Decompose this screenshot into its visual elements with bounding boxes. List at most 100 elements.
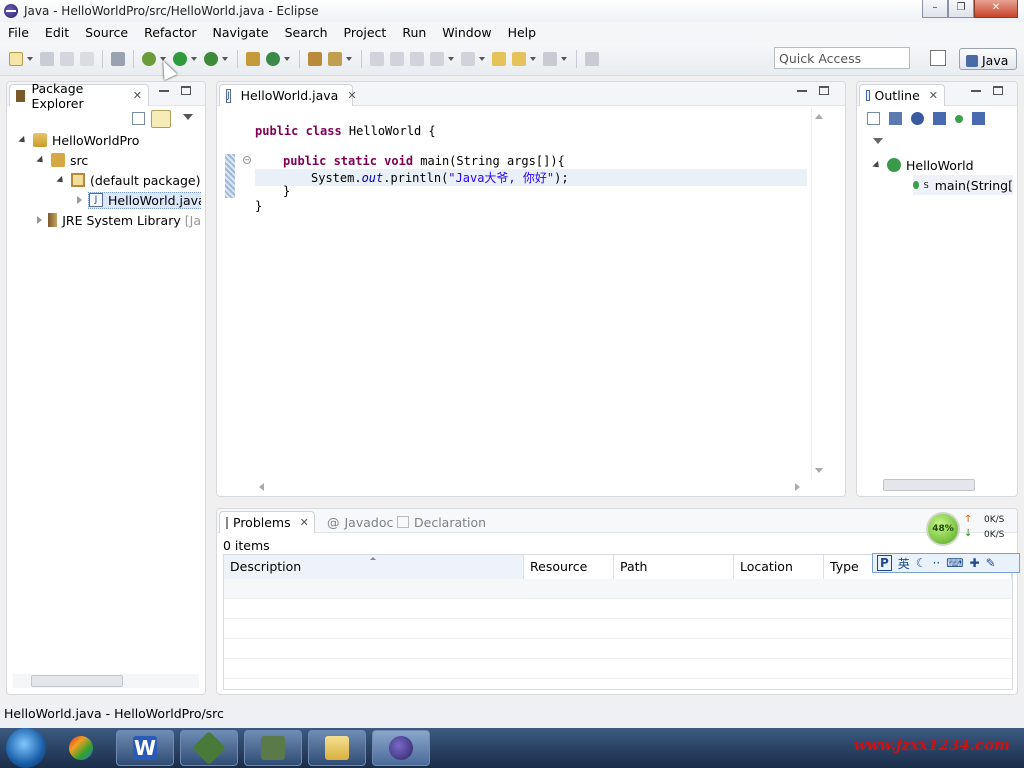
new-java-project-icon[interactable] — [246, 51, 260, 66]
new-class-icon[interactable] — [266, 51, 280, 66]
next-annotation-icon[interactable] — [430, 51, 444, 66]
skip-breakpoints-icon[interactable] — [111, 51, 125, 66]
close-icon[interactable]: ✕ — [347, 89, 356, 102]
scroll-left-icon[interactable] — [259, 483, 264, 491]
ime-moon-icon[interactable]: ☾ — [916, 556, 927, 570]
last-edit-icon[interactable] — [492, 51, 506, 66]
new-dropdown-icon[interactable] — [27, 56, 33, 61]
code-line-5[interactable]: } — [255, 199, 262, 213]
tab-helloworld-java[interactable]: J HelloWorld.java ✕ — [219, 84, 357, 106]
prev-annotation-icon[interactable] — [461, 51, 475, 66]
menu-help[interactable]: Help — [500, 25, 545, 40]
minimize-view-icon[interactable] — [159, 90, 169, 92]
column-location[interactable]: Location — [734, 555, 824, 579]
scroll-down-icon[interactable] — [815, 468, 823, 473]
sort-icon[interactable] — [889, 112, 902, 125]
expand-icon[interactable] — [872, 160, 882, 170]
close-icon[interactable]: ✕ — [133, 89, 142, 102]
menu-source[interactable]: Source — [77, 25, 136, 40]
debug-icon[interactable] — [142, 51, 156, 66]
code-line-2[interactable]: public static void main(String args[]){ — [283, 154, 565, 168]
menu-navigate[interactable]: Navigate — [205, 25, 277, 40]
taskbar-app-1[interactable] — [52, 730, 110, 766]
tree-item-project[interactable]: HelloWorldPro — [18, 130, 139, 150]
maximize-view-icon[interactable] — [819, 86, 829, 95]
open-type-icon[interactable] — [308, 51, 322, 66]
taskbar-app-4[interactable] — [244, 730, 302, 766]
hide-local-types-icon[interactable] — [972, 112, 985, 125]
run-dropdown-icon[interactable] — [191, 56, 197, 61]
link-with-editor-icon[interactable] — [151, 110, 171, 128]
taskbar-app-3[interactable] — [180, 730, 238, 766]
network-speed-widget[interactable]: 48% ↑ ↓ 0K/S 0K/S — [922, 512, 1012, 546]
new-icon[interactable] — [9, 51, 23, 66]
menu-project[interactable]: Project — [336, 25, 395, 40]
maximize-view-icon[interactable] — [993, 86, 1003, 95]
expand-icon[interactable] — [77, 196, 82, 204]
expand-icon[interactable] — [36, 155, 46, 165]
next-annotation-dropdown-icon[interactable] — [448, 56, 454, 61]
tree-item-default-package[interactable]: (default package) — [56, 170, 200, 190]
collapse-all-icon[interactable] — [132, 112, 145, 125]
menu-run[interactable]: Run — [394, 25, 434, 40]
menu-window[interactable]: Window — [434, 25, 499, 40]
ime-logo-icon[interactable]: P — [877, 555, 892, 571]
editor-hscrollbar[interactable] — [255, 480, 803, 494]
hide-non-public-icon[interactable] — [955, 115, 963, 123]
quick-access-input[interactable]: Quick Access — [774, 47, 910, 69]
expand-icon[interactable] — [56, 175, 66, 185]
tree-item-src[interactable]: src — [36, 150, 88, 170]
close-icon[interactable]: ✕ — [300, 516, 309, 529]
external-tools-icon[interactable] — [204, 51, 218, 66]
code-line-1[interactable]: public class HelloWorld { — [255, 124, 436, 138]
toggle-mark-icon[interactable] — [370, 51, 384, 66]
hide-fields-icon[interactable] — [911, 112, 924, 125]
toggle-block-icon[interactable] — [390, 51, 404, 66]
tab-package-explorer[interactable]: Package Explorer ✕ — [9, 81, 149, 111]
tree-item-helloworld-java[interactable]: J HelloWorld.java — [77, 190, 201, 210]
outline-item-class[interactable]: HelloWorld — [872, 155, 974, 175]
external-tools-dropdown-icon[interactable] — [222, 56, 228, 61]
taskbar-app-eclipse[interactable] — [372, 730, 430, 766]
tab-javadoc[interactable]: @ Javadoc — [321, 511, 399, 533]
close-button[interactable]: ✕ — [974, 0, 1018, 18]
ime-punct-icon[interactable]: ·· — [933, 556, 941, 570]
open-perspective-icon[interactable] — [930, 50, 946, 66]
expand-icon[interactable] — [37, 216, 42, 224]
menu-file[interactable]: File — [0, 25, 37, 40]
ime-tools-icon[interactable]: ✎ — [986, 556, 996, 570]
forward-dropdown-icon[interactable] — [561, 56, 567, 61]
hide-static-icon[interactable] — [933, 112, 946, 125]
outline-item-method[interactable]: S main(String[ — [913, 175, 1013, 195]
tab-outline[interactable]: Outline ✕ — [859, 84, 945, 106]
maximize-view-icon[interactable] — [181, 86, 191, 95]
tab-declaration[interactable]: Declaration — [391, 511, 492, 533]
menu-edit[interactable]: Edit — [37, 25, 77, 40]
code-line-4[interactable]: } — [283, 184, 290, 198]
ime-language[interactable]: 英 — [898, 555, 910, 572]
forward-icon[interactable] — [543, 51, 557, 66]
column-path[interactable]: Path — [614, 555, 734, 579]
minimize-view-icon[interactable] — [971, 90, 981, 92]
package-explorer-hscrollbar[interactable] — [13, 674, 199, 688]
scroll-thumb[interactable] — [31, 675, 123, 687]
tree-item-jre-library[interactable]: JRE System Library [Ja — [37, 210, 201, 230]
collapse-all-icon[interactable] — [867, 112, 880, 125]
tab-problems[interactable]: Problems ✕ — [219, 511, 315, 533]
show-whitespace-icon[interactable] — [410, 51, 424, 66]
save-all-icon[interactable] — [60, 51, 74, 66]
back-dropdown-icon[interactable] — [530, 56, 536, 61]
scroll-right-icon[interactable] — [795, 483, 800, 491]
editor-vscrollbar[interactable] — [811, 108, 825, 480]
save-icon[interactable] — [40, 51, 54, 66]
run-icon[interactable] — [173, 51, 187, 66]
menu-refactor[interactable]: Refactor — [136, 25, 204, 40]
scroll-thumb[interactable] — [883, 479, 975, 491]
minimize-button[interactable]: – — [922, 0, 948, 18]
new-class-dropdown-icon[interactable] — [284, 56, 290, 61]
ime-settings-icon[interactable]: ✚ — [970, 556, 980, 570]
code-line-3[interactable]: System.out.println("Java大爷, 你好"); — [255, 169, 807, 186]
ime-keyboard-icon[interactable]: ⌨ — [946, 556, 963, 570]
view-menu-icon[interactable] — [183, 114, 193, 120]
pin-editor-icon[interactable] — [585, 51, 599, 66]
